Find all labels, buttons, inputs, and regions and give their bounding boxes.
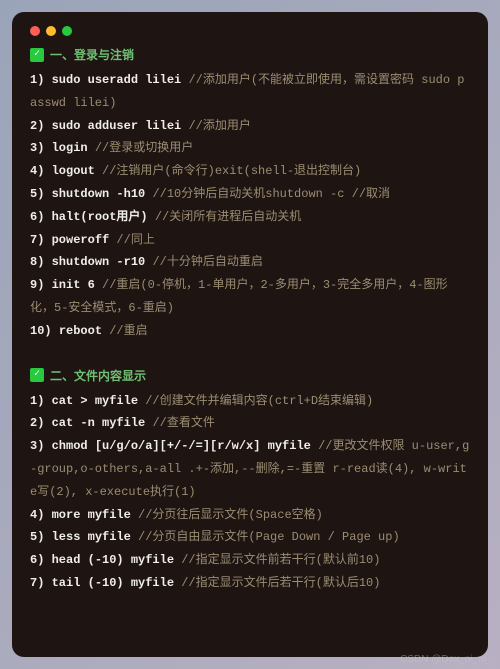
command-text: sudo adduser lilei — [52, 119, 182, 133]
command-text: shutdown -h10 — [52, 187, 146, 201]
item-index: 5) — [30, 187, 44, 201]
comment-text: //登录或切换用户 — [95, 141, 193, 155]
minimize-icon[interactable] — [46, 26, 56, 36]
item-index: 6) — [30, 210, 44, 224]
command-text: sudo useradd lilei — [52, 73, 182, 87]
item-index: 10) — [30, 324, 52, 338]
list-item: 1) cat > myfile //创建文件并编辑内容(ctrl+D结束编辑) — [30, 390, 470, 413]
comment-text: //注销用户(命令行)exit(shell-退出控制台) — [102, 164, 361, 178]
item-index: 1) — [30, 73, 44, 87]
check-icon: ✓ — [30, 48, 44, 62]
comment-text: //十分钟后自动重启 — [152, 255, 262, 269]
comment-text: //指定显示文件前若干行(默认前10) — [181, 553, 380, 567]
item-index: 6) — [30, 553, 44, 567]
comment-text: //分页自由显示文件(Page Down / Page up) — [138, 530, 400, 544]
command-text: tail (-10) myfile — [52, 576, 174, 590]
list-item: 5) shutdown -h10 //10分钟后自动关机shutdown -c … — [30, 183, 470, 206]
check-icon: ✓ — [30, 368, 44, 382]
command-text: cat > myfile — [52, 394, 138, 408]
list-item: 7) tail (-10) myfile //指定显示文件后若干行(默认后10) — [30, 572, 470, 595]
command-text: poweroff — [52, 233, 110, 247]
spacer — [30, 343, 470, 357]
command-text: halt(root用户) — [52, 210, 148, 224]
comment-text: //重启 — [109, 324, 147, 338]
command-text: shutdown -r10 — [52, 255, 146, 269]
terminal-window: ✓ 一、登录与注销 1) sudo useradd lilei //添加用户(不… — [12, 12, 488, 657]
item-index: 1) — [30, 394, 44, 408]
section-title: 二、文件内容显示 — [50, 367, 146, 384]
zoom-icon[interactable] — [62, 26, 72, 36]
list-item: 4) logout //注销用户(命令行)exit(shell-退出控制台) — [30, 160, 470, 183]
command-text: more myfile — [52, 508, 131, 522]
list-item: 6) halt(root用户) //关闭所有进程后自动关机 — [30, 206, 470, 229]
item-index: 5) — [30, 530, 44, 544]
page-frame: ✓ 一、登录与注销 1) sudo useradd lilei //添加用户(不… — [0, 0, 500, 669]
comment-text: //同上 — [116, 233, 154, 247]
command-text: chmod [u/g/o/a][+/-/=][r/w/x] myfile — [52, 439, 311, 453]
list-item: 5) less myfile //分页自由显示文件(Page Down / Pa… — [30, 526, 470, 549]
comment-text: //关闭所有进程后自动关机 — [155, 210, 301, 224]
item-index: 2) — [30, 416, 44, 430]
command-text: head (-10) myfile — [52, 553, 174, 567]
command-text: init 6 — [52, 278, 95, 292]
item-index: 9) — [30, 278, 44, 292]
item-index: 3) — [30, 439, 44, 453]
list-item: 10) reboot //重启 — [30, 320, 470, 343]
comment-text: //10分钟后自动关机shutdown -c //取消 — [152, 187, 390, 201]
command-text: less myfile — [52, 530, 131, 544]
list-item: 9) init 6 //重启(0-停机，1-单用户，2-多用户，3-完全多用户，… — [30, 274, 470, 320]
list-item: 8) shutdown -r10 //十分钟后自动重启 — [30, 251, 470, 274]
list-item: 1) sudo useradd lilei //添加用户(不能被立即使用，需设置… — [30, 69, 470, 115]
list-item: 3) login //登录或切换用户 — [30, 137, 470, 160]
item-index: 8) — [30, 255, 44, 269]
comment-text: //创建文件并编辑内容(ctrl+D结束编辑) — [145, 394, 373, 408]
comment-text: //分页往后显示文件(Space空格) — [138, 508, 323, 522]
item-index: 4) — [30, 164, 44, 178]
list-item: 7) poweroff //同上 — [30, 229, 470, 252]
close-icon[interactable] — [30, 26, 40, 36]
list-item: 2) sudo adduser lilei //添加用户 — [30, 115, 470, 138]
section-header: ✓ 二、文件内容显示 — [30, 367, 470, 384]
watermark-text: CSDN @Dex_ni_m_ — [400, 654, 492, 665]
comment-text: //指定显示文件后若干行(默认后10) — [181, 576, 380, 590]
section-header: ✓ 一、登录与注销 — [30, 46, 470, 63]
list-item: 3) chmod [u/g/o/a][+/-/=][r/w/x] myfile … — [30, 435, 470, 503]
window-titlebar — [30, 26, 470, 36]
comment-text: //添加用户 — [188, 119, 250, 133]
item-index: 2) — [30, 119, 44, 133]
list-item: 6) head (-10) myfile //指定显示文件前若干行(默认前10) — [30, 549, 470, 572]
section-title: 一、登录与注销 — [50, 46, 134, 63]
item-index: 7) — [30, 233, 44, 247]
command-text: cat -n myfile — [52, 416, 146, 430]
comment-text: //查看文件 — [152, 416, 214, 430]
item-index: 4) — [30, 508, 44, 522]
item-index: 7) — [30, 576, 44, 590]
command-text: reboot — [59, 324, 102, 338]
command-text: logout — [52, 164, 95, 178]
list-item: 4) more myfile //分页往后显示文件(Space空格) — [30, 504, 470, 527]
list-item: 2) cat -n myfile //查看文件 — [30, 412, 470, 435]
item-index: 3) — [30, 141, 44, 155]
command-text: login — [52, 141, 88, 155]
